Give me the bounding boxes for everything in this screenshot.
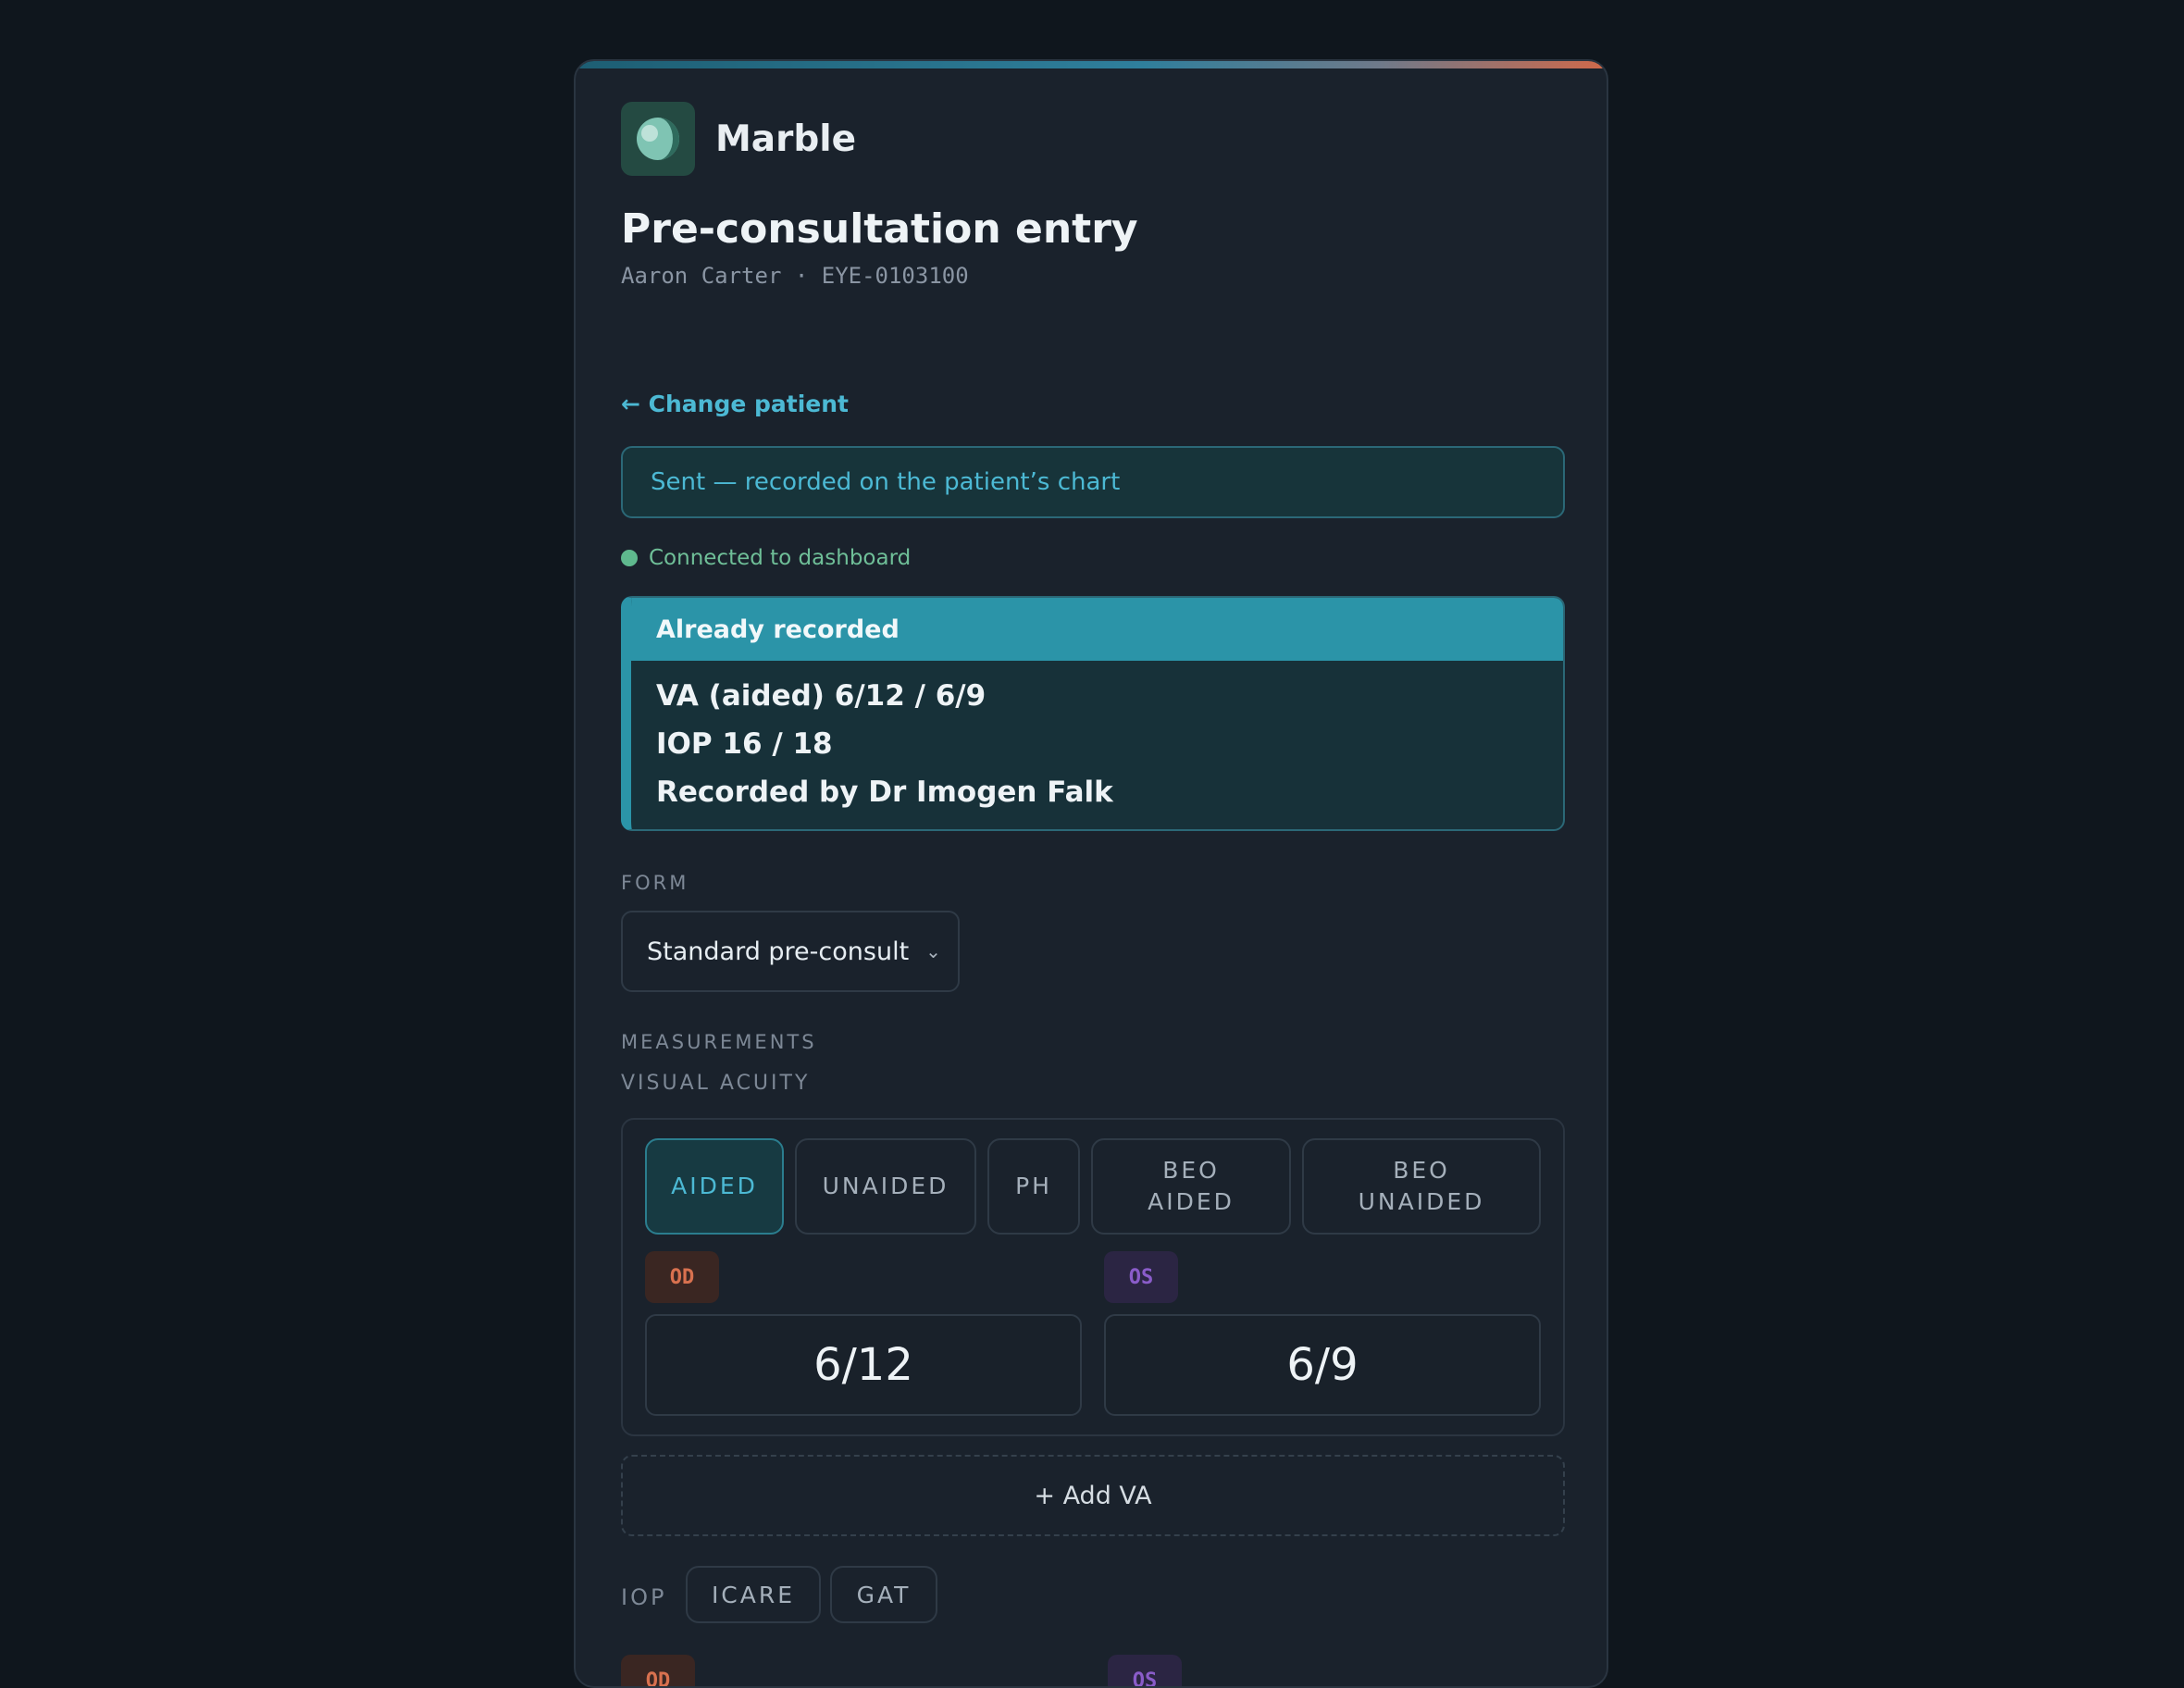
tab-aided[interactable]: AIDED [645,1138,784,1235]
form-label: FORM [621,872,689,894]
app-name: Marble [715,118,857,160]
tab-beo-unaided[interactable]: BEO UNAIDED [1302,1138,1541,1235]
iop-label: IOP [621,1584,667,1610]
iop-od-badge: OD [621,1655,695,1686]
recorded-va: VA (aided) 6/12 / 6/9 [656,679,987,713]
form-select[interactable]: Standard pre-consult ⌄ [621,911,960,992]
tab-unaided[interactable]: UNAIDED [795,1138,976,1235]
change-patient-link[interactable]: ← Change patient [621,391,849,417]
chevron-down-icon: ⌄ [925,940,941,962]
recorded-by: Recorded by Dr Imogen Falk [656,776,1113,809]
connection-status-text: Connected to dashboard [649,546,912,570]
status-dot-icon [621,550,638,566]
recorded-iop: IOP 16 / 18 [656,727,833,761]
visual-acuity-label: VISUAL ACUITY [621,1072,811,1095]
already-recorded-heading: Already recorded [631,598,1563,661]
connection-status: Connected to dashboard [621,546,911,570]
od-badge: OD [645,1251,719,1303]
visual-acuity-panel: AIDED UNAIDED PH BEO AIDED BEO UNAIDED O… [621,1118,1565,1436]
pre-consultation-card: Marble Pre-consultation entry Aaron Cart… [574,59,1608,1688]
patient-identifier: Aaron Carter · EYE-0103100 [621,263,969,289]
page-title: Pre-consultation entry [621,205,1138,253]
sent-banner-text: Sent — recorded on the patient’s chart [651,468,1121,496]
os-badge: OS [1104,1251,1178,1303]
half-moon-icon [621,102,695,176]
iop-method-gat[interactable]: GAT [830,1566,937,1623]
tab-beo-aided[interactable]: BEO AIDED [1091,1138,1291,1235]
already-recorded-panel: Already recorded VA (aided) 6/12 / 6/9 I… [621,596,1565,831]
iop-method-icare[interactable]: ICARE [686,1566,821,1623]
add-va-button[interactable]: + Add VA [621,1455,1565,1536]
va-os-input[interactable]: 6/9 [1104,1314,1541,1416]
brand: Marble [621,102,856,176]
form-select-value: Standard pre-consult [647,937,910,966]
tab-ph[interactable]: PH [987,1138,1080,1235]
sent-confirmation-banner: Sent — recorded on the patient’s chart [621,446,1565,518]
iop-os-badge: OS [1108,1655,1182,1686]
measurements-label: MEASUREMENTS [621,1031,817,1053]
accent-bar [576,61,1607,68]
va-od-input[interactable]: 6/12 [645,1314,1082,1416]
